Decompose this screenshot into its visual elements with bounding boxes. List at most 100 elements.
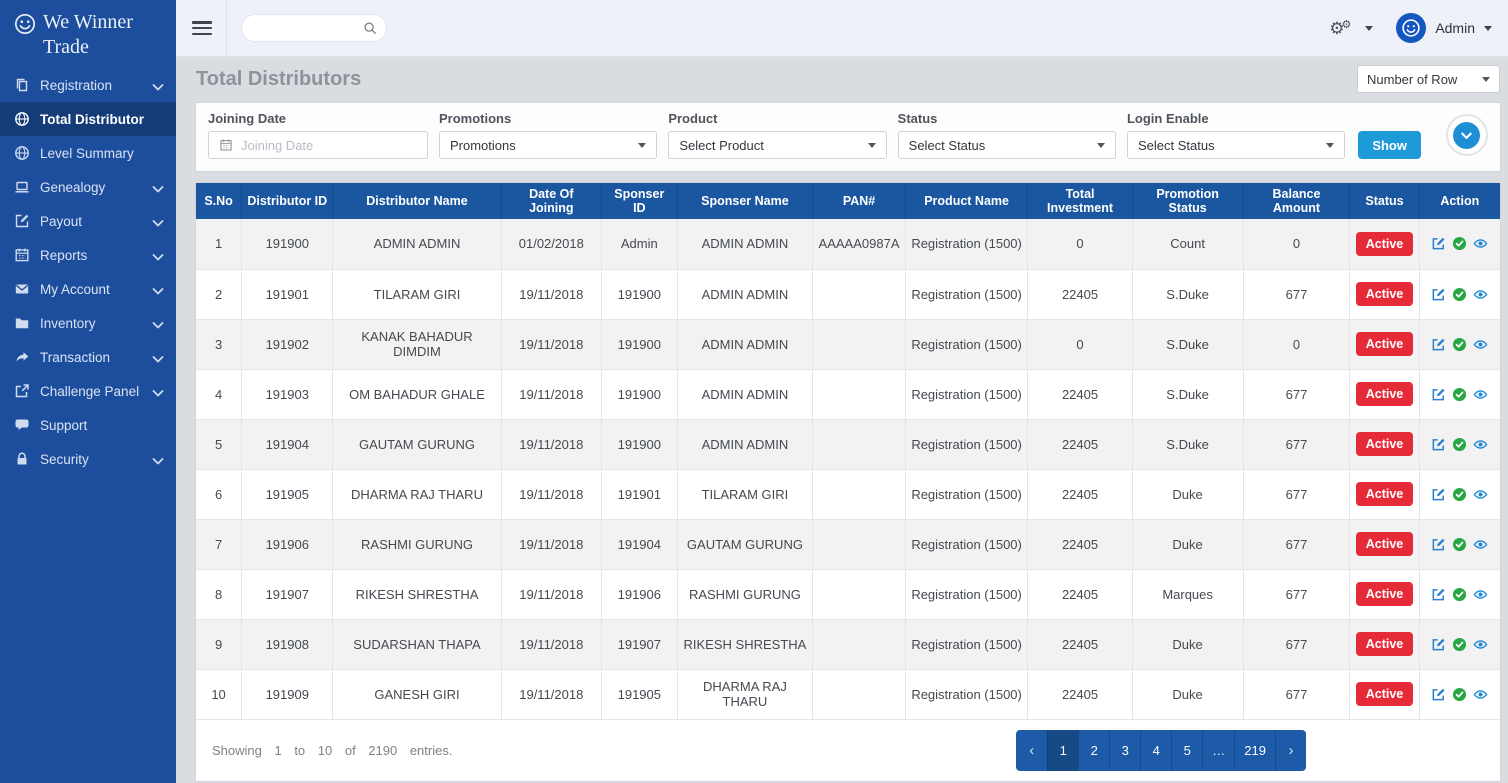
sidebar-item-total-distributor[interactable]: Total Distributor (0, 102, 176, 136)
page-button-1[interactable]: 1 (1047, 730, 1078, 771)
approve-icon[interactable] (1452, 287, 1467, 302)
approve-icon[interactable] (1452, 236, 1467, 251)
status-badge[interactable]: Active (1356, 682, 1414, 706)
view-icon[interactable] (1473, 236, 1488, 251)
filter-panel: Joining Date Promotions Promotions Produ… (196, 103, 1500, 171)
edit-icon[interactable] (1431, 337, 1446, 352)
sidebar-item-support[interactable]: Support (0, 408, 176, 442)
cell-sponser-name: RIKESH SHRESTHA (677, 619, 813, 669)
page-button-4[interactable]: 4 (1140, 730, 1171, 771)
page-prev-button[interactable]: ‹ (1016, 730, 1047, 771)
cell-pan (813, 269, 906, 319)
status-badge[interactable]: Active (1356, 482, 1414, 506)
approve-icon[interactable] (1452, 337, 1467, 352)
settings-caret-icon[interactable] (1365, 26, 1373, 31)
login-enable-select[interactable]: Select Status (1127, 131, 1345, 159)
sidebar-item-challenge-panel[interactable]: Challenge Panel (0, 374, 176, 408)
sidebar-item-inventory[interactable]: Inventory (0, 306, 176, 340)
sidebar-item-registration[interactable]: Registration (0, 68, 176, 102)
edit-icon[interactable] (1431, 487, 1446, 502)
status-badge[interactable]: Active (1356, 582, 1414, 606)
edit-icon[interactable] (1431, 287, 1446, 302)
cell-distributor-id: 191908 (242, 619, 333, 669)
joining-date-field[interactable] (208, 131, 428, 159)
edit-icon[interactable] (1431, 387, 1446, 402)
approve-icon[interactable] (1452, 537, 1467, 552)
sidebar-item-level-summary[interactable]: Level Summary (0, 136, 176, 170)
cell-promotion-status: S.Duke (1132, 269, 1243, 319)
status-badge[interactable]: Active (1356, 232, 1414, 256)
view-icon[interactable] (1473, 687, 1488, 702)
edit-icon[interactable] (1431, 637, 1446, 652)
product-select[interactable]: Select Product (668, 131, 886, 159)
sidebar-item-reports[interactable]: Reports (0, 238, 176, 272)
cell-sno: 3 (196, 319, 242, 369)
sidebar-item-payout[interactable]: Payout (0, 204, 176, 238)
edit-icon[interactable] (1431, 437, 1446, 452)
approve-icon[interactable] (1452, 637, 1467, 652)
page-title: Total Distributors (196, 68, 361, 91)
status-badge[interactable]: Active (1356, 382, 1414, 406)
approve-icon[interactable] (1452, 387, 1467, 402)
status-badge[interactable]: Active (1356, 282, 1414, 306)
status-badge[interactable]: Active (1356, 432, 1414, 456)
edit-icon[interactable] (1431, 236, 1446, 251)
sidebar-item-security[interactable]: Security (0, 442, 176, 476)
status-value: Select Status (909, 138, 986, 153)
view-icon[interactable] (1473, 437, 1488, 452)
search-box[interactable] (241, 14, 387, 42)
smiley-icon (14, 13, 36, 35)
approve-icon[interactable] (1452, 487, 1467, 502)
view-icon[interactable] (1473, 637, 1488, 652)
collapse-filters-button[interactable] (1446, 114, 1488, 156)
joining-date-input[interactable] (241, 138, 417, 153)
approve-icon[interactable] (1452, 587, 1467, 602)
page-next-button[interactable]: › (1275, 730, 1306, 771)
page-button-3[interactable]: 3 (1109, 730, 1140, 771)
number-of-row-select[interactable]: Number of Row (1357, 65, 1500, 93)
status-badge[interactable]: Active (1356, 632, 1414, 656)
view-icon[interactable] (1473, 287, 1488, 302)
edit-icon[interactable] (1431, 587, 1446, 602)
cell-pan (813, 319, 906, 369)
view-icon[interactable] (1473, 387, 1488, 402)
settings-gears-icon[interactable]: ⚙⚙ (1329, 20, 1356, 37)
admin-caret-icon[interactable] (1484, 26, 1492, 31)
admin-menu-label[interactable]: Admin (1435, 20, 1475, 36)
product-label: Product (668, 111, 886, 126)
cell-sponser-name: ADMIN ADMIN (677, 319, 813, 369)
promotions-select[interactable]: Promotions (439, 131, 657, 159)
view-icon[interactable] (1473, 537, 1488, 552)
search-input[interactable] (254, 21, 363, 35)
table-row: 5191904GAUTAM GURUNG19/11/2018191900ADMI… (196, 419, 1500, 469)
page-button-5[interactable]: 5 (1171, 730, 1202, 771)
edit-icon[interactable] (1431, 537, 1446, 552)
page-button-219[interactable]: 219 (1234, 730, 1275, 771)
view-icon[interactable] (1473, 487, 1488, 502)
status-badge[interactable]: Active (1356, 332, 1414, 356)
hamburger-menu-icon[interactable] (192, 21, 212, 35)
cell-total-investment: 22405 (1028, 669, 1132, 719)
cell-distributor-id: 191909 (242, 669, 333, 719)
approve-icon[interactable] (1452, 437, 1467, 452)
sidebar-item-label: My Account (40, 282, 110, 297)
page-button-2[interactable]: 2 (1078, 730, 1109, 771)
sidebar-item-transaction[interactable]: Transaction (0, 340, 176, 374)
sidebar-item-my-account[interactable]: My Account (0, 272, 176, 306)
table-header-row: S.NoDistributor IDDistributor NameDate O… (196, 183, 1500, 219)
cell-sponser-name: GAUTAM GURUNG (677, 519, 813, 569)
edit-icon[interactable] (1431, 687, 1446, 702)
approve-icon[interactable] (1452, 687, 1467, 702)
cell-promotion-status: Count (1132, 219, 1243, 269)
show-button[interactable]: Show (1358, 131, 1421, 159)
promotions-value: Promotions (450, 138, 516, 153)
sidebar-item-genealogy[interactable]: Genealogy (0, 170, 176, 204)
column-header-sponser-name: Sponser Name (677, 183, 813, 219)
admin-avatar[interactable] (1396, 13, 1426, 43)
page-ellipsis[interactable]: … (1202, 730, 1234, 771)
view-icon[interactable] (1473, 337, 1488, 352)
status-select[interactable]: Select Status (898, 131, 1116, 159)
view-icon[interactable] (1473, 587, 1488, 602)
chevron-down-icon (1097, 143, 1105, 148)
status-badge[interactable]: Active (1356, 532, 1414, 556)
